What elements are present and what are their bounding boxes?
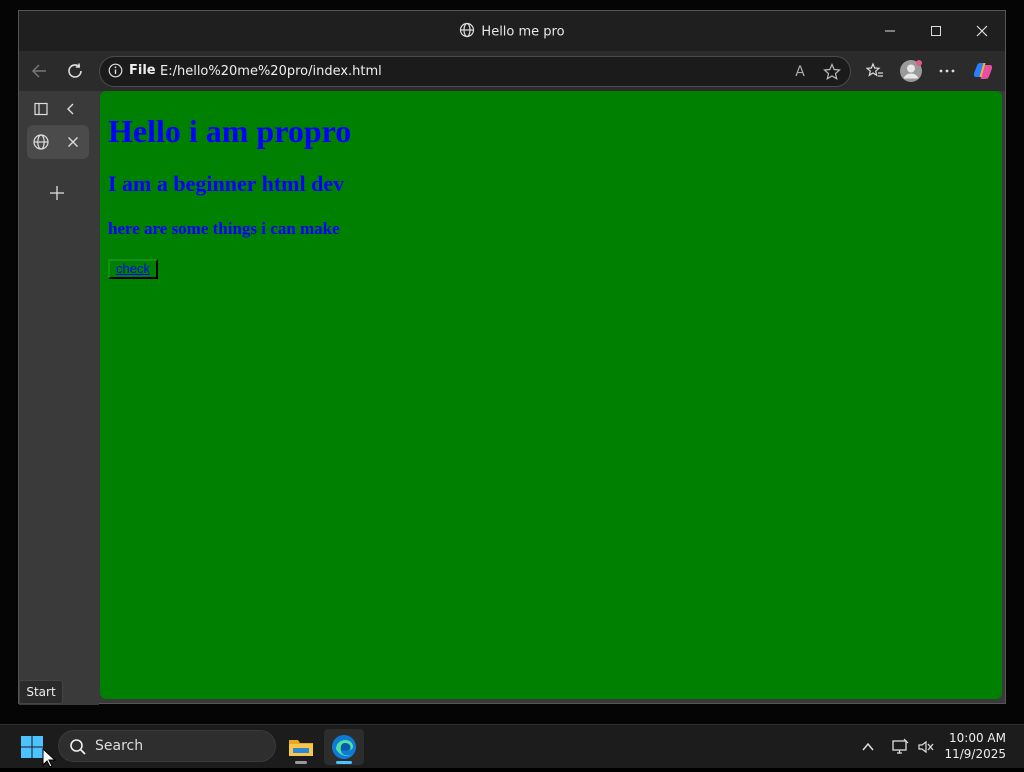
file-explorer-button[interactable] (281, 729, 321, 765)
volume-button[interactable] (916, 737, 936, 757)
windows-logo-icon (21, 736, 43, 758)
more-options-button[interactable] (933, 57, 961, 85)
refresh-button[interactable] (61, 59, 89, 83)
volume-muted-icon (918, 740, 934, 754)
page-heading-2: I am a beginner html dev (108, 171, 345, 196)
favorites-icon (866, 62, 883, 77)
network-icon (892, 738, 909, 754)
tab-actions-icon (34, 102, 48, 116)
edge-icon (332, 735, 356, 759)
mouse-cursor-icon (42, 747, 57, 772)
globe-icon (459, 22, 475, 42)
page-heading-1: Hello i am propro (108, 113, 352, 149)
close-button[interactable] (959, 11, 1005, 51)
chevron-up-icon (862, 742, 874, 751)
info-icon (108, 63, 123, 78)
refresh-icon (68, 63, 82, 78)
new-tab-button[interactable] (45, 181, 69, 205)
back-button[interactable] (25, 59, 53, 83)
copilot-icon (973, 63, 993, 79)
title-bar: Hello me pro (19, 11, 1005, 51)
plus-icon (50, 186, 64, 200)
star-icon (823, 63, 841, 81)
show-hidden-icons-button[interactable] (858, 737, 878, 757)
search-placeholder: Search (95, 738, 144, 754)
browser-toolbar: File E:/hello%20me%20pro/index.html A (19, 51, 1005, 91)
window-title-text: Hello me pro (481, 24, 565, 40)
favorites-button[interactable] (861, 57, 889, 85)
tab-globe-icon (29, 130, 53, 154)
tab-close-button[interactable] (61, 130, 85, 154)
url-text[interactable]: E:/hello%20me%20pro/index.html (160, 64, 382, 79)
page-viewport: Hello i am propro I am a beginner html d… (100, 91, 1002, 699)
page-heading-3: here are some things i can make (108, 219, 340, 238)
favorite-star-button[interactable] (820, 61, 844, 83)
collapse-tabs-button[interactable] (59, 97, 83, 121)
ellipsis-icon (939, 69, 955, 73)
profile-button[interactable] (897, 57, 925, 85)
active-indicator (336, 761, 352, 764)
browser-window: Hello me pro File E:/hello%20me%20pro/in… (18, 10, 1006, 705)
check-button[interactable]: check (108, 259, 158, 279)
clock-date: 11/9/2025 (944, 747, 1006, 761)
start-tooltip: Start (19, 680, 63, 704)
read-aloud-button[interactable]: A (788, 61, 812, 83)
close-icon (976, 25, 988, 37)
search-icon (69, 738, 87, 760)
tab-hello-me-pro[interactable] (27, 125, 89, 159)
network-button[interactable] (890, 737, 910, 757)
window-title: Hello me pro (19, 22, 1005, 42)
vertical-tab-strip (19, 91, 99, 705)
folder-icon (289, 740, 313, 756)
taskbar-search[interactable]: Search (58, 730, 276, 762)
back-arrow-icon (31, 64, 46, 78)
maximize-button[interactable] (913, 11, 959, 51)
running-indicator (295, 761, 307, 764)
taskbar: Search 10:00 AM 11/9/2025 (0, 724, 1024, 768)
tab-actions-button[interactable] (29, 97, 53, 121)
minimize-icon (885, 30, 895, 32)
site-info-button[interactable]: File (108, 63, 156, 78)
avatar-icon (900, 60, 922, 82)
site-info-label: File (129, 63, 156, 78)
minimize-button[interactable] (867, 11, 913, 51)
clock-time: 10:00 AM (949, 731, 1006, 745)
read-aloud-icon: A (795, 64, 805, 80)
chevron-left-icon (67, 103, 74, 115)
clock[interactable]: 10:00 AM 11/9/2025 (944, 730, 1006, 762)
maximize-icon (931, 26, 941, 36)
edge-browser-button[interactable] (324, 729, 364, 765)
copilot-button[interactable] (969, 57, 997, 85)
close-icon (68, 137, 78, 147)
address-bar[interactable]: File E:/hello%20me%20pro/index.html A (99, 56, 851, 87)
